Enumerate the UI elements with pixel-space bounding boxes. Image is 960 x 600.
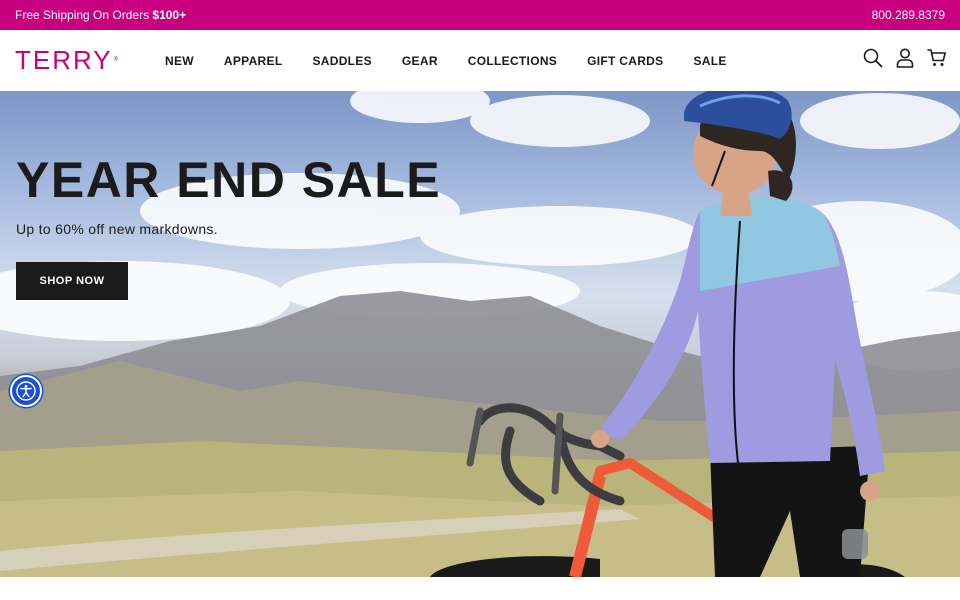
registered-mark: ® [113,57,121,63]
nav-item-apparel[interactable]: APPAREL [224,54,283,68]
main-nav: NEW APPAREL SADDLES GEAR COLLECTIONS GIF… [165,30,757,91]
accessibility-icon [16,381,36,401]
free-shipping-text: Free Shipping On Orders $100+ [15,8,186,22]
hero-banner: YEAR END SALE Up to 60% off new markdown… [0,91,960,577]
nav-item-saddles[interactable]: SADDLES [312,54,371,68]
phone-link[interactable]: 800.289.8379 [872,8,945,22]
terry-logo[interactable]: TERRY ® [15,45,125,75]
nav-item-new[interactable]: NEW [165,54,194,68]
free-shipping-amount: $100+ [152,8,187,22]
nav-item-gear[interactable]: GEAR [402,54,438,68]
site-header: TERRY ® NEW APPAREL SADDLES GEAR COLLECTI… [0,30,960,91]
nav-item-collections[interactable]: COLLECTIONS [468,54,557,68]
promo-bar: Free Shipping On Orders $100+ 800.289.83… [0,0,960,30]
below-hero-area [0,577,960,600]
accessibility-button[interactable] [10,375,42,407]
nav-item-sale[interactable]: SALE [693,54,726,68]
logo-text: TERRY [15,44,113,75]
free-shipping-prefix: Free Shipping On Orders [15,8,153,22]
account-icon[interactable] [894,46,916,70]
shop-now-button[interactable]: SHOP NOW [16,262,128,300]
hero-title: YEAR END SALE [16,152,442,208]
cart-icon[interactable] [926,46,948,70]
nav-item-gift-cards[interactable]: GIFT CARDS [587,54,663,68]
search-icon[interactable] [862,46,884,70]
header-icons [852,46,948,70]
hero-subtitle: Up to 60% off new markdowns. [16,221,218,237]
